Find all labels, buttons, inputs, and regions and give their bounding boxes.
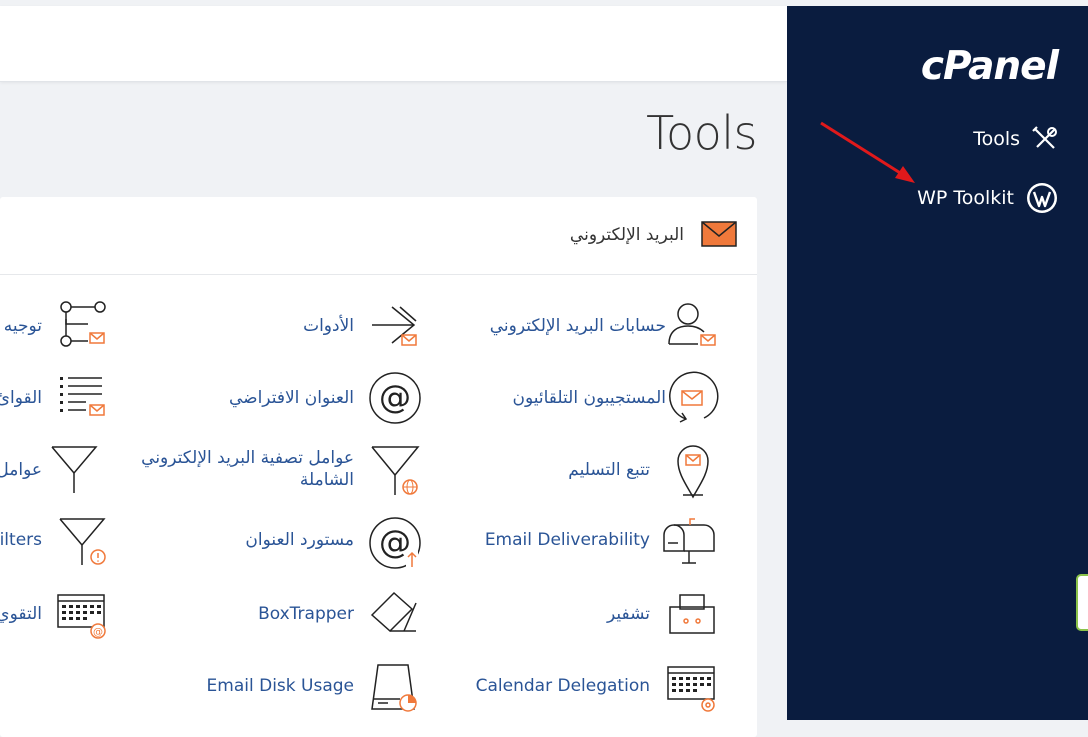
email-deliverability-item[interactable]: Email Deliverability <box>480 515 740 571</box>
item-label: تتبع التسليم <box>568 460 650 480</box>
email-panel: البريد الإلكتروني حسابات البريد الإلكترو… <box>0 197 757 737</box>
item-label: عوامل تصفية البريد الإلكتروني الشاملة <box>141 448 354 490</box>
svg-text:@: @ <box>93 627 103 638</box>
routing-icon <box>60 301 106 347</box>
tools-icon <box>1032 126 1057 149</box>
sidebar-item-tools[interactable]: Tools <box>973 126 1058 152</box>
boxtrapper-item[interactable]: BoxTrapper <box>200 589 440 645</box>
autoresponders-item[interactable]: المستجيبون التلقائيون <box>480 369 740 425</box>
mailbox-icon <box>663 518 715 564</box>
track-delivery-item[interactable]: تتبع التسليم <box>480 441 740 501</box>
default-address-icon: @ <box>369 372 421 424</box>
address-importer-item[interactable]: مستورد العنوان @ <box>200 515 440 571</box>
email-disk-usage-item[interactable]: Email Disk Usage <box>200 661 440 717</box>
item-label: حسابات البريد الإلكتروني <box>489 316 666 336</box>
email-accounts-item[interactable]: حسابات البريد الإلكتروني <box>480 297 740 353</box>
spam-filters-icon <box>59 518 106 565</box>
wordpress-icon <box>1027 183 1057 213</box>
global-filters-item[interactable]: عوامل تصفية البريد الإلكتروني الشاملة <box>130 441 440 505</box>
item-label: تشفير <box>606 604 650 624</box>
email-accounts-icon <box>668 303 716 346</box>
item-label: القوائ <box>0 388 42 408</box>
encryption-item[interactable]: تشفير <box>480 589 740 645</box>
item-label: مستورد العنوان <box>245 530 354 550</box>
item-label: Email Disk Usage <box>206 676 354 696</box>
item-label: التقوي <box>0 604 42 624</box>
page-title: Tools <box>646 106 757 160</box>
calendar-icon: @ <box>57 594 106 639</box>
item-label: Email Deliverability <box>484 530 650 550</box>
item-label: BoxTrapper <box>258 604 354 624</box>
autoresponders-icon <box>669 371 719 423</box>
global-filters-icon <box>371 446 420 495</box>
address-importer-icon: @ <box>369 517 421 569</box>
sidebar: cPanel Tools WP Toolkit <box>787 6 1088 720</box>
top-bar <box>0 6 787 82</box>
lists-icon <box>60 377 105 416</box>
annotation-arrow <box>820 121 915 183</box>
sidebar-item-label: Tools <box>973 128 1020 150</box>
forwarders-icon <box>372 306 417 346</box>
sidebar-item-wp-toolkit[interactable]: WP Toolkit <box>917 182 1058 214</box>
disk-usage-icon <box>371 664 417 712</box>
email-section-header[interactable]: البريد الإلكتروني <box>0 197 757 275</box>
item-label: عوامل <box>0 460 42 480</box>
item-label: ilters <box>0 530 42 550</box>
item-label: الأدوات <box>303 316 354 336</box>
filters-icon <box>51 446 98 493</box>
default-address-item[interactable]: العنوان الافتراضي @ <box>200 369 440 425</box>
item-label: العنوان الافتراضي <box>228 388 354 408</box>
item-label: توجيه <box>3 316 42 336</box>
email-filters-item[interactable]: عوامل <box>0 441 110 497</box>
encryption-icon <box>669 594 715 634</box>
sidebar-item-label: WP Toolkit <box>917 187 1014 209</box>
track-delivery-icon <box>677 445 709 499</box>
calendar-delegation-item[interactable]: Calendar Delegation <box>476 661 740 717</box>
calendar-delegation-icon <box>667 666 715 712</box>
edge-widget[interactable] <box>1076 574 1088 631</box>
spam-filters-item[interactable]: ilters <box>0 515 110 571</box>
cpanel-logo[interactable]: cPanel <box>921 44 1059 89</box>
email-section-title: البريد الإلكتروني <box>569 225 684 245</box>
calendar-item[interactable]: التقوي @ <box>0 589 110 645</box>
svg-text:@: @ <box>379 378 411 416</box>
mailing-lists-item[interactable]: القوائ <box>0 369 110 425</box>
item-label: Calendar Delegation <box>475 676 650 696</box>
boxtrapper-icon <box>370 591 417 633</box>
forwarders-item[interactable]: الأدوات <box>200 297 440 353</box>
item-label: المستجيبون التلقائيون <box>512 388 667 408</box>
envelope-icon <box>701 221 737 251</box>
email-routing-item[interactable]: توجيه <box>0 297 110 353</box>
